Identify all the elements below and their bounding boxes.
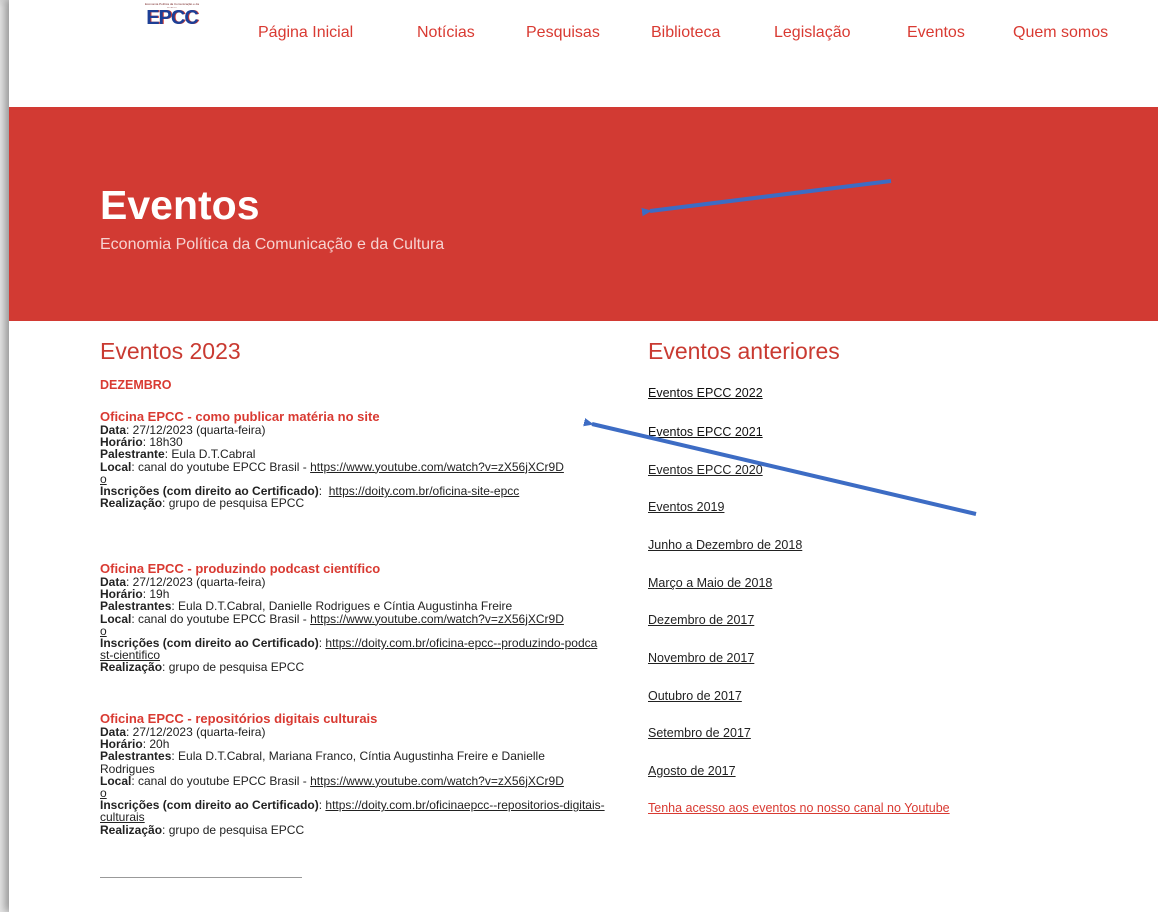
- previous-events-heading: Eventos anteriores: [648, 338, 840, 364]
- previous-events-link-2020[interactable]: Eventos EPCC 2020: [648, 463, 763, 477]
- event-title[interactable]: Oficina EPCC - repositórios digitais cul…: [100, 712, 620, 726]
- nav-pesquisas[interactable]: Pesquisas: [526, 24, 600, 42]
- previous-events-link-2022[interactable]: Eventos EPCC 2022: [648, 386, 763, 400]
- page: Economia Política da Comunicação e da Cu…: [9, 0, 1158, 912]
- previous-events-link-dec-2017[interactable]: Dezembro de 2017: [648, 613, 754, 627]
- month-heading: DEZEMBRO: [100, 378, 172, 392]
- nav-noticias[interactable]: Notícias: [417, 24, 475, 42]
- previous-events-link-sep-2017[interactable]: Setembro de 2017: [648, 726, 751, 740]
- nav-biblioteca[interactable]: Biblioteca: [651, 24, 720, 42]
- footer-divider: [100, 877, 302, 878]
- events-2023-heading: Eventos 2023: [100, 338, 241, 364]
- nav-eventos[interactable]: Eventos: [907, 24, 965, 42]
- inscricoes-sep: :: [318, 484, 329, 499]
- event-title[interactable]: Oficina EPCC - produzindo podcast cientí…: [100, 562, 620, 576]
- previous-events-link-2021[interactable]: Eventos EPCC 2021: [648, 425, 763, 439]
- previous-events-link-nov-2017[interactable]: Novembro de 2017: [648, 651, 754, 665]
- realizacao-value: : grupo de pesquisa EPCC: [162, 822, 305, 837]
- nav-pagina-inicial[interactable]: Página Inicial: [258, 24, 353, 42]
- nav-quem-somos[interactable]: Quem somos: [1013, 24, 1108, 42]
- youtube-channel-link[interactable]: Tenha acesso aos eventos no nosso canal …: [648, 801, 950, 815]
- realizacao-value: : grupo de pesquisa EPCC: [162, 660, 305, 675]
- previous-events-link-mar-may-2018[interactable]: Março a Maio de 2018: [648, 576, 772, 590]
- local-value: : canal do youtube EPCC Brasil -: [131, 773, 311, 788]
- realizacao-label: Realização: [100, 822, 163, 837]
- page-subtitle: Economia Política da Comunicação e da Cu…: [100, 236, 445, 253]
- realizacao-label: Realização: [100, 496, 163, 511]
- local-value: : canal do youtube EPCC Brasil -: [131, 611, 311, 626]
- event-item-1: Oficina EPCC - como publicar matéria no …: [100, 410, 620, 511]
- event-item-2: Oficina EPCC - produzindo podcast cientí…: [100, 562, 620, 674]
- previous-events-link-aug-2017[interactable]: Agosto de 2017: [648, 764, 736, 778]
- main-nav: Página Inicial Notícias Pesquisas Biblio…: [9, 24, 1158, 44]
- realizacao-label: Realização: [100, 660, 163, 675]
- nav-legislacao[interactable]: Legislação: [774, 24, 851, 42]
- local-value: : canal do youtube EPCC Brasil -: [131, 459, 311, 474]
- event-title[interactable]: Oficina EPCC - como publicar matéria no …: [100, 410, 620, 424]
- page-title: Eventos: [100, 182, 260, 228]
- event-item-3: Oficina EPCC - repositórios digitais cul…: [100, 712, 620, 836]
- previous-events-link-jun-dec-2018[interactable]: Junho a Dezembro de 2018: [648, 538, 802, 552]
- realizacao-value: : grupo de pesquisa EPCC: [162, 496, 305, 511]
- previous-events-link-2019[interactable]: Eventos 2019: [648, 500, 724, 514]
- inscricoes-link[interactable]: https://doity.com.br/oficina-site-epcc: [329, 484, 520, 498]
- previous-events-link-oct-2017[interactable]: Outubro de 2017: [648, 689, 742, 703]
